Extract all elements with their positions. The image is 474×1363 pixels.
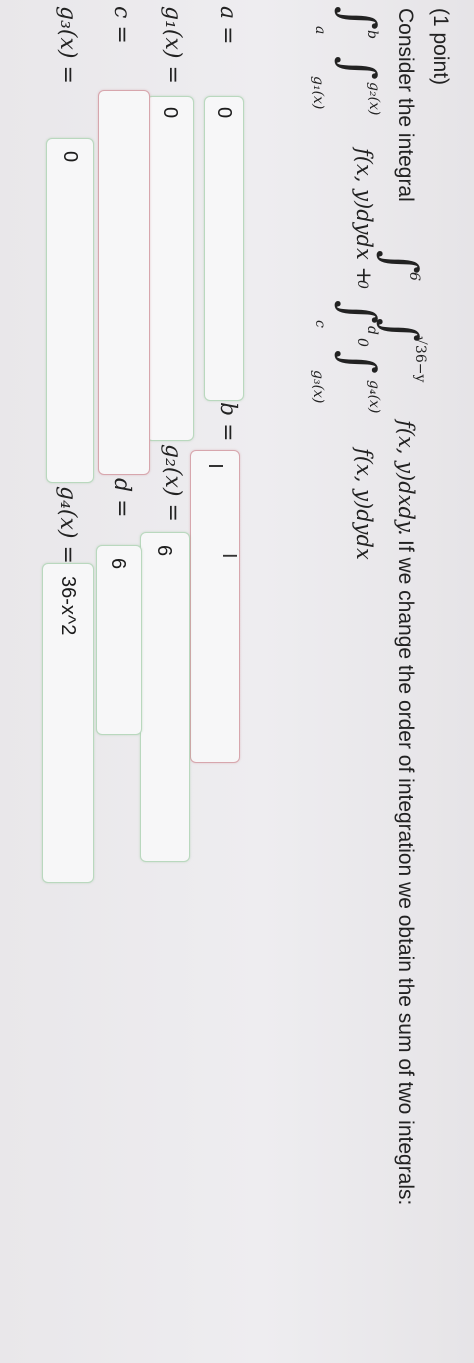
outer-integral-upper: 6 — [406, 272, 422, 281]
outer-integral-sign: ∫ — [374, 250, 428, 274]
text-caret — [209, 465, 223, 467]
d-input[interactable]: 6 — [96, 545, 142, 735]
c-label: c = — [109, 6, 134, 44]
second-outer-integral-sign: ∫ — [332, 300, 386, 324]
inner-integral-lower: 0 — [354, 338, 370, 347]
second-inner-lower: g₃(x) — [310, 370, 326, 404]
g4-input[interactable]: 36-x^2 — [42, 563, 94, 883]
d-label: d = — [109, 478, 134, 518]
problem-sentence: If we change the order of integration we… — [394, 540, 417, 1206]
second-inner-upper: g₄(x) — [366, 380, 382, 414]
g3-input[interactable]: 0 — [46, 138, 94, 483]
first-inner-lower: g₁(x) — [310, 76, 326, 110]
g3-label: g₃(x) = — [55, 6, 80, 84]
second-inner-integral-sign: ∫ — [332, 350, 386, 374]
a-input[interactable]: 0 — [204, 96, 244, 401]
first-inner-integral-sign: ∫ — [332, 56, 386, 80]
g2-input[interactable]: 6 — [140, 532, 190, 862]
points-label: (1 point) — [429, 8, 452, 86]
c-input[interactable] — [98, 90, 150, 475]
first-integrand: f(x, y)dydx + — [352, 148, 376, 285]
a-label: a = — [215, 6, 240, 45]
second-integrand: f(x, y)dydx — [352, 448, 376, 560]
b-input[interactable] — [190, 450, 240, 763]
g2-label: g₂(x) = — [160, 444, 185, 522]
first-outer-integral-sign: ∫ — [332, 6, 386, 30]
second-outer-lower: c — [312, 320, 328, 328]
first-inner-upper: g₂(x) — [366, 82, 382, 116]
inner-integral-upper: √36−y — [412, 336, 428, 383]
problem-integrand: f(x, y)dxdy. — [394, 420, 418, 536]
g4-label: g₄(x) = — [55, 486, 80, 564]
g1-label: g₁(x) = — [160, 6, 185, 84]
text-cursor-icon: I — [218, 553, 240, 559]
problem-intro: Consider the integral — [394, 8, 417, 202]
first-outer-upper: b — [364, 30, 380, 39]
g1-input[interactable]: 0 — [146, 96, 194, 441]
first-outer-lower: a — [312, 26, 328, 35]
b-label: b = — [215, 402, 240, 442]
second-outer-upper: d — [364, 326, 380, 335]
